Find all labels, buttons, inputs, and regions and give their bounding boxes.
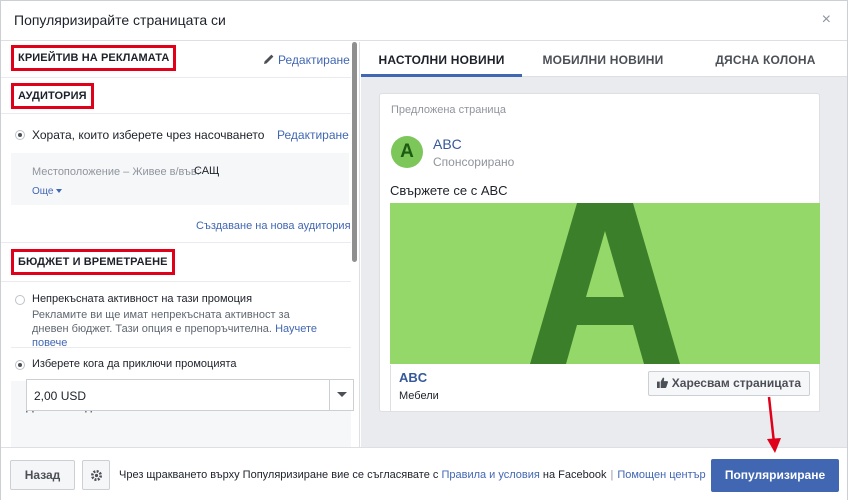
tab-right-column[interactable]: ДЯСНА КОЛОНА [684,42,847,77]
continuous-title: Непрекъсната активност на тази промоция [32,293,253,305]
creative-section-title: КРИЕЙТИВ НА РЕКЛАМАТА [11,45,177,71]
settings-scrollbar[interactable] [351,42,359,455]
tab-desktop-news-feed[interactable]: НАСТОЛНИ НОВИНИ [361,42,522,77]
more-label: Още [32,186,54,197]
budget-divider [11,347,351,348]
audience-section-title: АУДИТОРИЯ [11,83,94,109]
promote-button[interactable]: Популяризиране [711,459,839,492]
caret-down-icon [56,189,63,193]
footer-page-name[interactable]: ABC [399,370,427,385]
dropdown-arrow-icon[interactable] [329,380,353,410]
preview-tabs: НАСТОЛНИ НОВИНИ МОБИЛНИ НОВИНИ ДЯСНА КОЛ… [361,42,847,77]
terms-suffix: на Facebook [542,469,607,481]
ad-footer: ABC Мебели Харесвам страницата [390,365,820,412]
ad-image[interactable] [390,203,820,364]
budget-section-title: БЮДЖЕТ И ВРЕМЕТРАЕНЕ [11,249,175,275]
settings-button[interactable] [82,460,110,490]
help-center-link[interactable]: Помощен център [617,469,705,481]
audience-edit-link[interactable]: Редактиране [277,128,349,142]
close-icon[interactable]: × [822,11,831,29]
creative-section-header: КРИЕЙТИВ НА РЕКЛАМАТА Редактиране [1,42,351,78]
continuous-desc-text: Рекламите ви ще имат непрекъсната активн… [32,309,290,335]
thumbs-up-icon [656,377,668,388]
choose-end-label: Изберете кога да приключи промоцията [32,358,237,370]
page-name-link[interactable]: ABC [433,136,462,152]
creative-edit-link[interactable]: Редактиране [263,53,350,67]
sponsored-label: Спонсорирано [433,155,515,169]
tab-mobile-news-feed[interactable]: МОБИЛНИ НОВИНИ [522,42,684,77]
dialog-footer: Назад Чрез щракването върху Популяризира… [1,447,847,500]
suggested-page-label: Предложена страница [391,104,506,116]
ad-message: Свържете се с ABC [390,183,508,198]
like-page-button[interactable]: Харесвам страницата [647,371,810,396]
dialog-header: Популяризирайте страницата си × [1,1,847,41]
continuous-radio[interactable] [15,295,25,305]
terms-text: Чрез щракването върху Популяризиране вие… [119,469,706,481]
choose-end-radio[interactable] [15,360,25,370]
continuous-description: Рекламите ви ще имат непрекъсната активн… [32,308,322,350]
budget-section-header: БЮДЖЕТ И ВРЕМЕТРАЕНЕ [1,242,351,282]
like-page-label: Харесвам страницата [671,376,801,390]
promote-page-dialog: Популяризирайте страницата си × КРИЕЙТИВ… [0,0,848,500]
back-button[interactable]: Назад [10,460,75,490]
audience-section-header: АУДИТОРИЯ [1,78,351,114]
location-label: Местоположение – Живее в/във: [32,166,200,178]
daily-budget-value: 2,00 USD [34,389,87,403]
ad-image-letter-graphic [530,203,680,364]
footer-category: Мебели [399,390,439,402]
create-new-audience-link[interactable]: Създаване на нова аудитория [196,220,351,232]
terms-separator: | [610,469,614,481]
terms-link[interactable]: Правила и условия [441,469,539,481]
audience-targeting-radio[interactable] [15,130,25,140]
gear-icon [91,470,102,481]
pencil-icon [264,54,274,64]
creative-edit-label: Редактиране [278,53,350,67]
ad-preview-card: Предложена страница A ABC Спонсорирано С… [379,93,820,412]
audience-option-label: Хората, които изберете чрез насочването [32,128,265,142]
terms-prefix: Чрез щракването върху Популяризиране вие… [119,469,439,481]
audience-details-box: Местоположение – Живее в/във: САЩ Още [11,153,349,205]
scrollbar-thumb[interactable] [352,42,357,262]
preview-panel: НАСТОЛНИ НОВИНИ МОБИЛНИ НОВИНИ ДЯСНА КОЛ… [361,42,847,455]
more-link[interactable]: Още [32,186,63,197]
location-value: САЩ [194,165,220,177]
dialog-title: Популяризирайте страницата си [14,12,226,28]
daily-budget-select[interactable]: 2,00 USD [26,379,354,411]
page-avatar[interactable]: A [391,136,423,168]
